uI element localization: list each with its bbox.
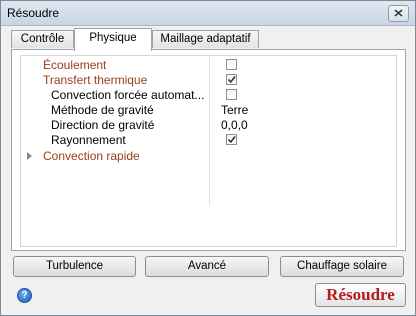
resoudre-button[interactable]: Résoudre (315, 283, 406, 307)
tab-physique[interactable]: Physique (74, 28, 152, 51)
row-transfert-thermique[interactable]: Transfert thermique (21, 73, 396, 88)
property-grid: Écoulement Transfert thermique Convectio… (20, 55, 397, 247)
title-bar: Résoudre (1, 1, 415, 26)
row-convection-rapide[interactable]: Convection rapide (21, 149, 396, 164)
turbulence-button[interactable]: Turbulence (13, 256, 136, 277)
resoudre-dialog: Résoudre Contrôle Physique Maillage adap… (0, 0, 416, 316)
close-icon (394, 9, 403, 17)
direction-gravite-value[interactable]: 0,0,0 (221, 118, 248, 133)
convection-rapide-label: Convection rapide (43, 149, 140, 163)
checkmark-icon (227, 76, 236, 84)
avance-button[interactable]: Avancé (145, 256, 269, 277)
help-icon[interactable]: ? (17, 288, 32, 303)
physique-panel: Écoulement Transfert thermique Convectio… (11, 49, 406, 251)
row-methode-gravite[interactable]: Méthode de gravité Terre (21, 103, 396, 118)
row-ecoulement[interactable]: Écoulement (21, 58, 396, 73)
tab-controle[interactable]: Contrôle (11, 30, 74, 48)
window-title: Résoudre (7, 6, 60, 20)
close-button[interactable] (388, 5, 409, 22)
chauffage-solaire-button[interactable]: Chauffage solaire (280, 256, 404, 277)
rayonnement-checkbox[interactable] (226, 134, 237, 145)
checkmark-icon (227, 136, 236, 144)
ecoulement-checkbox[interactable] (226, 59, 237, 70)
rayonnement-label: Rayonnement (51, 133, 126, 147)
methode-gravite-value[interactable]: Terre (221, 103, 248, 118)
transfert-thermique-label: Transfert thermique (43, 73, 148, 87)
tab-strip: Contrôle Physique Maillage adaptatif (11, 28, 406, 51)
row-convection-forcee[interactable]: Convection forcée automat... (21, 88, 396, 103)
ecoulement-label: Écoulement (43, 58, 107, 72)
convection-forcee-checkbox[interactable] (226, 89, 237, 100)
convection-forcee-label: Convection forcée automat... (51, 88, 205, 102)
row-direction-gravite[interactable]: Direction de gravité 0,0,0 (21, 118, 396, 133)
direction-gravite-label: Direction de gravité (51, 118, 155, 132)
row-rayonnement[interactable]: Rayonnement (21, 133, 396, 148)
expand-arrow-icon[interactable] (27, 152, 32, 160)
tab-maillage-adaptatif[interactable]: Maillage adaptatif (152, 30, 259, 48)
transfert-thermique-checkbox[interactable] (226, 74, 237, 85)
methode-gravite-label: Méthode de gravité (51, 103, 154, 117)
